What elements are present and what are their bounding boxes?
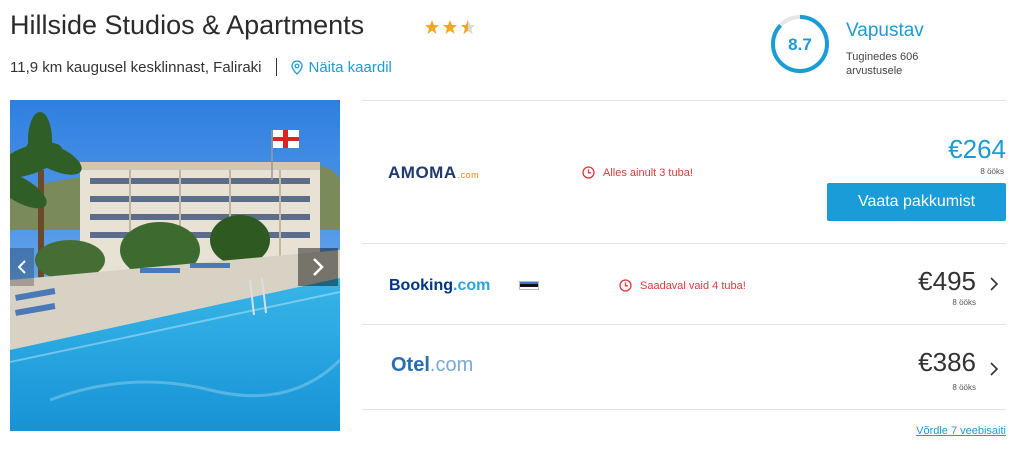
compare-sites-link[interactable]: Võrdle 7 veebisaiti	[916, 425, 1006, 437]
star-rating-icon	[425, 20, 475, 34]
offer-row-amoma: AMOMA.com Alles ainult 3 tuba! €264 8 öö…	[362, 100, 1006, 243]
star-icon	[443, 20, 457, 34]
offer-nights: 8 ööks	[952, 298, 976, 307]
map-pin-icon	[290, 59, 303, 75]
offer-price: €495	[918, 266, 976, 296]
flag-estonia-icon	[519, 281, 539, 290]
rating-score-ring: 8.7	[771, 15, 829, 73]
view-deal-button[interactable]: Vaata pakkumist	[827, 183, 1006, 221]
hotel-photo-image	[10, 100, 340, 431]
hotel-title: Hillside Studios & Apartments	[10, 10, 365, 40]
offer-row-booking[interactable]: Booking.com Saadaval vaid 4 tuba! €495 8…	[362, 243, 1006, 324]
hotel-photo[interactable]	[10, 100, 340, 431]
offer-nights: 8 ööks	[980, 167, 1004, 176]
offer-price: €264	[948, 134, 1006, 164]
clock-icon	[582, 166, 595, 179]
availability-notice: Alles ainult 3 tuba!	[582, 166, 693, 179]
review-count: Tuginedes 606 arvustusele	[846, 51, 919, 77]
offer-nights: 8 ööks	[952, 383, 976, 392]
chevron-right-icon	[313, 258, 324, 276]
photo-next-button[interactable]	[298, 248, 338, 286]
location-line: 11,9 km kaugusel kesklinnast, Faliraki N…	[10, 58, 392, 76]
chevron-left-icon	[18, 260, 26, 274]
show-on-map-link[interactable]: Näita kaardil	[290, 58, 392, 76]
availability-notice: Saadaval vaid 4 tuba!	[619, 279, 746, 292]
clock-icon	[619, 279, 632, 292]
divider	[275, 58, 277, 76]
offer-row-otel[interactable]: Otel.com €386 8 ööks	[362, 324, 1006, 410]
provider-logo-otel: Otel.com	[391, 354, 474, 376]
star-icon	[425, 20, 439, 34]
rating-word: Vapustav	[846, 20, 924, 41]
offer-price: €386	[918, 347, 976, 377]
provider-logo-amoma: AMOMA.com	[388, 163, 480, 182]
chevron-right-icon[interactable]	[988, 362, 1000, 376]
star-half-icon	[461, 20, 475, 34]
map-link-label: Näita kaardil	[308, 58, 392, 76]
rating-score: 8.7	[788, 35, 812, 54]
chevron-right-icon[interactable]	[988, 277, 1000, 291]
provider-logo-booking: Booking.com	[389, 277, 491, 294]
photo-prev-button[interactable]	[10, 248, 34, 286]
distance-text: 11,9 km kaugusel kesklinnast, Faliraki	[10, 58, 262, 76]
